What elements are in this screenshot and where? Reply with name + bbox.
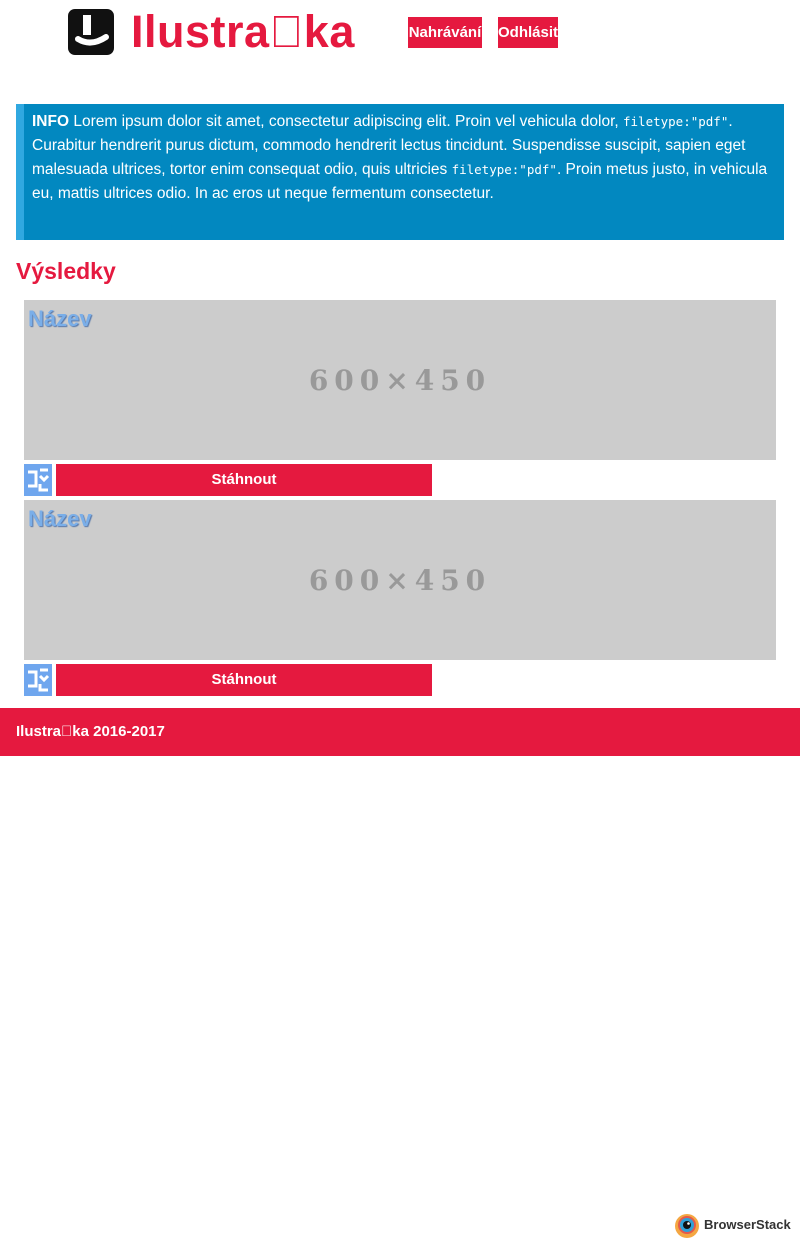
nav-logout-button[interactable]: Odhlásit — [498, 17, 558, 48]
browserstack-text: BrowserStack — [704, 1217, 791, 1232]
header: Ilustra ka Nahrávání Odhlásit — [0, 0, 800, 64]
result-image[interactable]: Název 600×450 — [24, 300, 776, 460]
info-text: INFO Lorem ipsum dolor sit amet, consect… — [32, 110, 777, 206]
info-text-1: Lorem ipsum dolor sit amet, consectetur … — [69, 113, 623, 130]
browserstack-logo: BrowserStack — [674, 1212, 796, 1240]
brand-title[interactable]: Ilustra ka — [131, 5, 355, 59]
download-icon[interactable] — [24, 464, 52, 496]
results-title: Výsledky — [16, 258, 116, 284]
footer: Ilustra ka 2016-2017 — [0, 708, 800, 756]
image-placeholder-text: 600×450 — [308, 564, 492, 597]
download-button[interactable]: Stáhnout — [56, 464, 432, 496]
info-code-2: filetype:"pdf" — [451, 162, 557, 177]
info-accent-bar — [16, 104, 24, 240]
logo-icon[interactable] — [68, 9, 114, 55]
result-name: Název — [28, 506, 92, 531]
info-label: INFO — [32, 113, 70, 130]
footer-text: Ilustra ka 2016-2017 — [16, 723, 165, 740]
download-button[interactable]: Stáhnout — [56, 664, 432, 696]
download-icon[interactable] — [24, 664, 52, 696]
browserstack-eye-icon — [675, 1214, 699, 1238]
result-name: Název — [28, 306, 92, 331]
nav-upload-button[interactable]: Nahrávání — [408, 17, 482, 48]
info-code-1: filetype:"pdf" — [623, 114, 729, 129]
image-placeholder-text: 600×450 — [308, 364, 492, 397]
result-image[interactable]: Název 600×450 — [24, 500, 776, 660]
